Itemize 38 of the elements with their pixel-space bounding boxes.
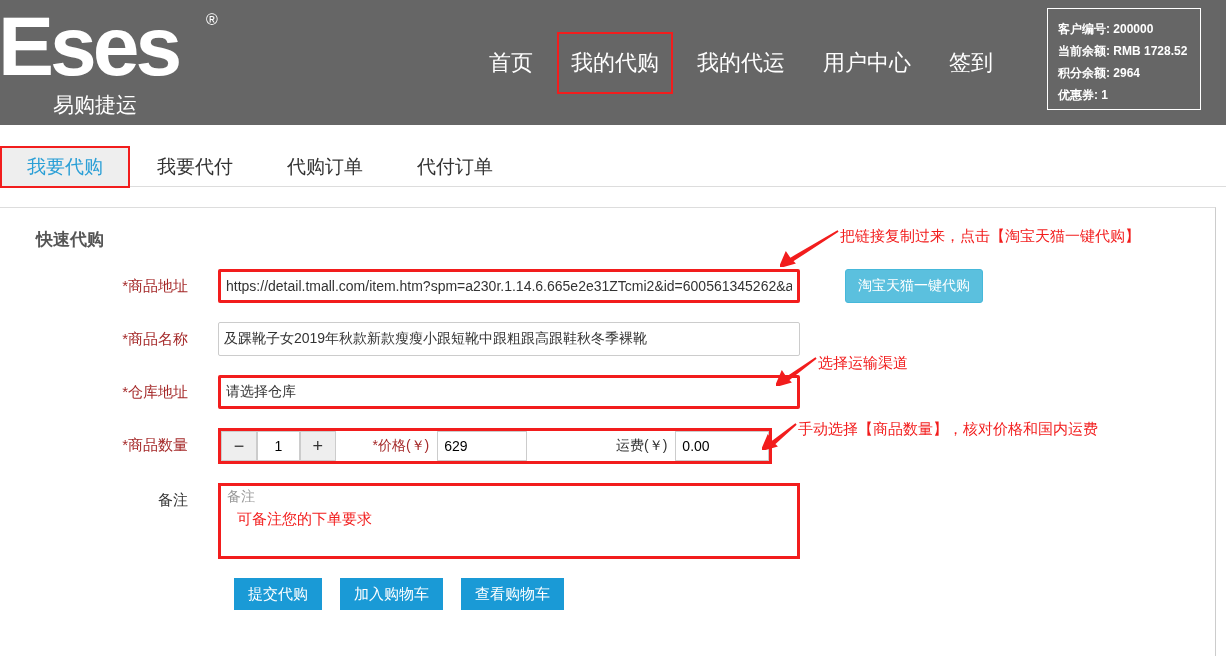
price-field[interactable]: 629 bbox=[437, 431, 527, 461]
arrow bbox=[776, 354, 818, 386]
price-label: *价格(￥) bbox=[371, 436, 431, 455]
annotation-text: 可备注您的下单要求 bbox=[237, 510, 373, 529]
field-label: 备注 bbox=[157, 490, 188, 510]
quantity-field[interactable]: 1 bbox=[256, 431, 300, 461]
tab[interactable]: 代付订单 bbox=[390, 146, 520, 188]
arrow bbox=[780, 227, 840, 267]
registered-mark: ® bbox=[206, 12, 218, 28]
minus-button[interactable]: − bbox=[221, 431, 257, 461]
annotation-text: 选择运输渠道 bbox=[818, 354, 908, 373]
logo-wordmark: Eses bbox=[0, 8, 179, 84]
nav-link[interactable]: 我的代购 bbox=[557, 31, 673, 94]
annotation-text: 把链接复制过来，点击【淘宝天猫一键代购】 bbox=[840, 227, 1140, 246]
nav-link[interactable]: 首页 bbox=[475, 31, 547, 94]
name-field[interactable]: 及踝靴子女2019年秋款新款瘦瘦小跟短靴中跟粗跟高跟鞋秋冬季裸靴 bbox=[218, 322, 800, 356]
field-label: *商品数量 bbox=[121, 435, 188, 455]
freight-label: 运费(￥) bbox=[615, 436, 669, 455]
logo-subtitle: 易购捷运 bbox=[53, 92, 137, 118]
account-info-line: 当前余额: RMB 1728.52 bbox=[1058, 43, 1189, 60]
account-info-line: 客户编号: 200000 bbox=[1058, 21, 1155, 38]
remark-field[interactable]: 备注 可备注您的下单要求 bbox=[218, 483, 800, 559]
tab[interactable]: 代购订单 bbox=[260, 146, 390, 188]
freight-field[interactable]: 0.00 bbox=[675, 431, 769, 461]
nav-link[interactable]: 用户中心 bbox=[809, 31, 925, 94]
account-info-line: 优惠券: 1 bbox=[1058, 87, 1110, 104]
field-label: *商品名称 bbox=[121, 329, 188, 349]
nav-link[interactable]: 我的代运 bbox=[683, 31, 799, 94]
field-label: *商品地址 bbox=[121, 276, 188, 296]
warehouse-select[interactable]: 请选择仓库 bbox=[218, 375, 800, 409]
annotation-text: 手动选择【商品数量】，核对价格和国内运费 bbox=[798, 420, 1098, 439]
tab[interactable]: 我要代付 bbox=[130, 146, 260, 188]
plus-button[interactable]: + bbox=[299, 431, 336, 461]
nav-link[interactable]: 签到 bbox=[935, 31, 1007, 94]
account-info-line: 积分余额: 2964 bbox=[1058, 65, 1142, 82]
field-label: *仓库地址 bbox=[121, 382, 188, 402]
placeholder-text: 备注 bbox=[227, 488, 256, 506]
form-title: 快速代购 bbox=[36, 229, 104, 251]
